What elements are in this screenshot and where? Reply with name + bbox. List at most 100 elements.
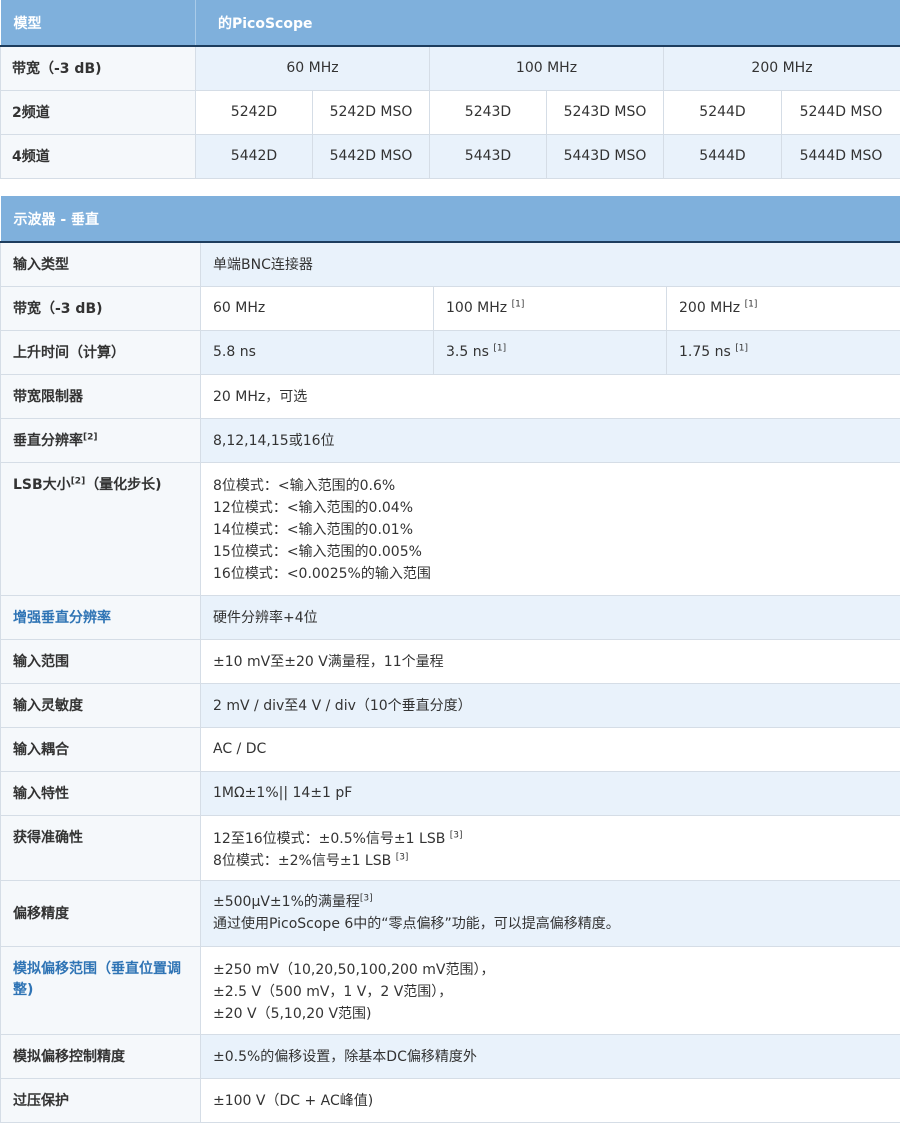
model-cell: 5244D MSO xyxy=(781,89,900,135)
table-row: 输入耦合 AC / DC xyxy=(0,726,900,772)
value-line: 14位模式：<输入范围的0.01% xyxy=(213,521,414,538)
row-label: 带宽（-3 dB) xyxy=(0,45,196,91)
value-line: 8位模式：<输入范围的0.6% xyxy=(213,477,396,494)
footnote-ref[interactable]: [2] xyxy=(83,432,98,442)
value-line: 通过使用PicoScope 6中的“零点偏移”功能，可以提高偏移精度。 xyxy=(213,916,620,932)
row-value: 1.75 ns [1] xyxy=(666,329,900,375)
row-label: 获得准确性 xyxy=(0,814,201,881)
models-table: 模型 的PicoScope 带宽（-3 dB) 60 MHz 100 MHz 2… xyxy=(0,0,900,179)
row-value: ±100 V（DC + AC峰值) xyxy=(200,1077,900,1123)
value-line: 12至16位模式：±0.5%信号±1 LSB [3] xyxy=(213,828,888,850)
model-cell: 5444D xyxy=(663,133,782,179)
table-row: 上升时间（计算） 5.8 ns 3.5 ns [1] 1.75 ns [1] xyxy=(0,329,900,375)
value-text: 12至16位模式：±0.5%信号±1 LSB xyxy=(213,830,450,847)
table-row: 模拟偏移范围（垂直位置调整) ±250 mV（10,20,50,100,200 … xyxy=(0,945,900,1035)
row-value: 12至16位模式：±0.5%信号±1 LSB [3] 8位模式：±2%信号±1 … xyxy=(200,814,900,881)
footnote-ref[interactable]: [1] xyxy=(493,343,506,353)
model-cell: 5443D xyxy=(429,133,547,179)
row-label: 4频道 xyxy=(0,133,196,179)
row-value: 60 MHz xyxy=(200,285,434,331)
enhanced-resolution-link[interactable]: 增强垂直分辨率 xyxy=(0,594,201,640)
row-label: 偏移精度 xyxy=(0,879,201,947)
row-label: 上升时间（计算） xyxy=(0,329,201,375)
footnote-ref[interactable]: [1] xyxy=(735,343,748,353)
model-cell: 5243D MSO xyxy=(546,89,664,135)
row-value: 100 MHz [1] xyxy=(433,285,667,331)
bandwidth-cell: 200 MHz xyxy=(663,45,900,91)
row-value: AC / DC xyxy=(200,726,900,772)
oscilloscope-vertical-table: 示波器 - 垂直 输入类型 单端BNC连接器 带宽（-3 dB) 60 MHz … xyxy=(0,196,900,1123)
footnote-ref[interactable]: [2] xyxy=(71,476,86,486)
table-row: 带宽（-3 dB) 60 MHz 100 MHz 200 MHz xyxy=(0,45,900,91)
table-row: 输入范围 ±10 mV至±20 V满量程，11个量程 xyxy=(0,638,900,684)
row-value: ±500μV±1%的满量程[3] 通过使用PicoScope 6中的“零点偏移”… xyxy=(200,879,900,947)
table-row: 4频道 5442D 5442D MSO 5443D 5443D MSO 5444… xyxy=(0,133,900,179)
footnote-ref[interactable]: [3] xyxy=(396,852,409,862)
row-value: 单端BNC连接器 xyxy=(200,241,900,287)
footnote-ref[interactable]: [3] xyxy=(450,830,463,840)
table-row: 垂直分辨率[2] 8,12,14,15或16位 xyxy=(0,417,900,463)
footnote-ref[interactable]: [3] xyxy=(360,893,373,903)
value-text: 100 MHz xyxy=(446,300,512,316)
row-label: 垂直分辨率[2] xyxy=(0,417,201,463)
value-line: 12位模式：<输入范围的0.04% xyxy=(213,499,414,516)
row-label: 带宽（-3 dB) xyxy=(0,285,201,331)
value-line: 8位模式：±2%信号±1 LSB [3] xyxy=(213,850,888,872)
label-text: 垂直分辨率 xyxy=(13,433,83,449)
value-text: 3.5 ns xyxy=(446,344,494,360)
row-value: 8位模式：<输入范围的0.6% 12位模式：<输入范围的0.04% 14位模式：… xyxy=(200,461,900,596)
table-row: 带宽（-3 dB) 60 MHz 100 MHz [1] 200 MHz [1] xyxy=(0,285,900,331)
value-line: ±500μV±1%的满量程[3] xyxy=(213,891,888,913)
spec-header-row: 示波器 - 垂直 xyxy=(0,196,900,243)
table-row: 输入类型 单端BNC连接器 xyxy=(0,241,900,287)
table-row: 偏移精度 ±500μV±1%的满量程[3] 通过使用PicoScope 6中的“… xyxy=(0,879,900,947)
row-label: 带宽限制器 xyxy=(0,373,201,419)
label-text: LSB大小 xyxy=(13,476,71,493)
row-label: 模拟偏移控制精度 xyxy=(0,1033,201,1079)
row-value: 5.8 ns xyxy=(200,329,434,375)
row-label: 过压保护 xyxy=(0,1077,201,1123)
value-line: 16位模式：<0.0025%的输入范围 xyxy=(213,565,431,582)
value-text: 200 MHz xyxy=(679,300,745,316)
model-cell: 5444D MSO xyxy=(781,133,900,179)
row-value: 200 MHz [1] xyxy=(666,285,900,331)
value-text: 1.75 ns xyxy=(679,344,736,360)
table-row: 输入灵敏度 2 mV / div至4 V / div（10个垂直分度） xyxy=(0,682,900,728)
table-row: 模拟偏移控制精度 ±0.5%的偏移设置，除基本DC偏移精度外 xyxy=(0,1033,900,1079)
footnote-ref[interactable]: [1] xyxy=(512,299,525,309)
table-row: 过压保护 ±100 V（DC + AC峰值) xyxy=(0,1077,900,1123)
model-cell: 5242D xyxy=(195,89,313,135)
value-text: ±500μV±1%的满量程 xyxy=(213,894,360,910)
model-cell: 5442D MSO xyxy=(312,133,430,179)
row-value: ±10 mV至±20 V满量程，11个量程 xyxy=(200,638,900,684)
table-row: LSB大小[2]（量化步长) 8位模式：<输入范围的0.6% 12位模式：<输入… xyxy=(0,461,900,596)
bandwidth-cell: 100 MHz xyxy=(429,45,664,91)
table-row: 输入特性 1MΩ±1%|| 14±1 pF xyxy=(0,770,900,816)
value-line: ±2.5 V（500 mV，1 V，2 V范围）， xyxy=(213,983,453,1000)
table-row: 带宽限制器 20 MHz，可选 xyxy=(0,373,900,419)
bandwidth-cell: 60 MHz xyxy=(195,45,430,91)
row-value: 1MΩ±1%|| 14±1 pF xyxy=(200,770,900,816)
model-cell: 5442D xyxy=(195,133,313,179)
table-row: 获得准确性 12至16位模式：±0.5%信号±1 LSB [3] 8位模式：±2… xyxy=(0,814,900,881)
value-text: 5.8 ns xyxy=(213,344,256,360)
row-value: 20 MHz，可选 xyxy=(200,373,900,419)
models-header-row: 模型 的PicoScope xyxy=(0,0,900,47)
value-line: 15位模式：<输入范围的0.005% xyxy=(213,543,422,560)
model-cell: 5443D MSO xyxy=(546,133,664,179)
footnote-ref[interactable]: [1] xyxy=(745,299,758,309)
row-label: 输入灵敏度 xyxy=(0,682,201,728)
row-label: 输入类型 xyxy=(0,241,201,287)
value-text: 60 MHz xyxy=(213,300,266,316)
row-label: LSB大小[2]（量化步长) xyxy=(0,461,201,596)
label-text: （量化步长) xyxy=(85,476,162,493)
row-value: 8,12,14,15或16位 xyxy=(200,417,900,463)
models-header-value: 的PicoScope xyxy=(195,0,900,47)
spec-table-title: 示波器 - 垂直 xyxy=(0,196,900,243)
table-row: 增强垂直分辨率 硬件分辨率+4位 xyxy=(0,594,900,640)
value-line: ±250 mV（10,20,50,100,200 mV范围）， xyxy=(213,961,495,978)
models-header-label: 模型 xyxy=(0,0,196,47)
value-line: ±20 V（5,10,20 V范围) xyxy=(213,1005,372,1022)
analog-offset-range-link[interactable]: 模拟偏移范围（垂直位置调整) xyxy=(0,945,201,1035)
row-label: 输入特性 xyxy=(0,770,201,816)
